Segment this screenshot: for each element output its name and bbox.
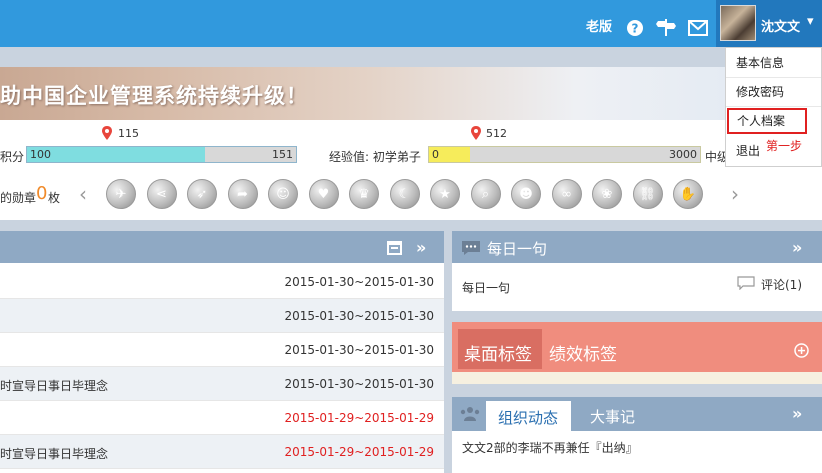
banner-text: 助中国企业管理系统持续升级！	[0, 84, 308, 108]
exp-current: 0	[432, 148, 439, 161]
medals-next-button[interactable]: ›	[731, 182, 739, 206]
points-label: 积分	[0, 150, 25, 164]
schedule-panel-header: »	[0, 231, 444, 263]
arrow-medal-icon[interactable]: ➦	[227, 179, 258, 209]
points-current: 100	[30, 148, 51, 161]
moon-medal-icon[interactable]: ☾	[389, 179, 420, 209]
medal-list: ✈ ⋖ ➶ ➦ ☺ ♥ ♛ ☾ ★ ⌕ ☻ ∞ ❀ ⛓ ✋	[106, 179, 716, 211]
points-max: 151	[272, 148, 293, 161]
points-progress-fill	[27, 147, 205, 162]
exp-marker-value: 512	[486, 127, 507, 140]
user-dropdown-menu: 基本信息 修改密码 个人档案 退出 第一步	[725, 47, 822, 167]
schedule-row[interactable]: 时宣导日事日毕理念 2015-01-30~2015-01-30	[0, 367, 444, 401]
rabbit-medal-icon[interactable]: ❀	[592, 179, 622, 209]
calendar-icon[interactable]	[387, 240, 402, 258]
tab-milestones[interactable]: 大事记	[590, 406, 635, 427]
chain-medal-icon[interactable]: ⛓	[632, 179, 663, 209]
tab-org-news-label: 组织动态	[498, 409, 559, 427]
ring-medal-icon[interactable]: ∞	[551, 179, 582, 209]
svg-text:?: ?	[632, 22, 639, 36]
org-news-item[interactable]: 文文2部的李瑞不再兼任『出纳』	[462, 439, 638, 456]
double-chevron-icon[interactable]: »	[416, 238, 426, 257]
schedule-row-date: 2015-01-30~2015-01-30	[284, 343, 434, 357]
schedule-row[interactable]: 2015-01-29~2015-01-29	[0, 401, 444, 435]
medals-label: 的勋章	[0, 191, 37, 205]
star-medal-icon[interactable]: ★	[430, 179, 460, 209]
medals-prev-button[interactable]: ‹	[79, 182, 87, 206]
schedule-row[interactable]: 2015-01-30~2015-01-30	[0, 333, 444, 367]
search-medal-icon[interactable]: ⌕	[470, 179, 501, 209]
face-medal-icon[interactable]: ☺	[268, 179, 298, 209]
tab-desktop-tags[interactable]: 桌面标签	[458, 329, 542, 369]
share-medal-icon[interactable]: ⋖	[146, 179, 177, 209]
user-menu-toggle[interactable]: 沈文文 ▾	[716, 0, 822, 47]
schedule-row-date: 2015-01-30~2015-01-30	[284, 377, 434, 391]
tab-performance-tags[interactable]: 绩效标签	[549, 340, 617, 365]
old-version-link[interactable]: 老版	[586, 16, 612, 35]
mail-icon[interactable]	[688, 18, 708, 38]
menu-item-change-password[interactable]: 修改密码	[726, 78, 821, 107]
schedule-row[interactable]: 2015-01-30~2015-01-30	[0, 265, 444, 299]
points-marker-value: 115	[118, 127, 139, 140]
points-progress-bar: 100 151	[26, 146, 297, 163]
step-annotation: 第一步	[766, 139, 803, 153]
menu-item-profile[interactable]: 个人档案	[727, 108, 807, 134]
menu-item-basic-info[interactable]: 基本信息	[726, 49, 821, 78]
heart-medal-icon[interactable]: ♥	[308, 179, 339, 209]
schedule-panel: » 2015-01-30~2015-01-30 2015-01-30~2015-0…	[0, 231, 444, 473]
comment-count[interactable]: 评论(1)	[761, 276, 802, 293]
tags-wave-edge	[452, 372, 822, 384]
feedback-icon[interactable]	[656, 17, 676, 37]
chat-icon	[461, 240, 481, 259]
location-pin-icon	[102, 126, 112, 143]
hand-medal-icon[interactable]: ✋	[673, 179, 703, 209]
rocket-medal-icon[interactable]: ➶	[187, 179, 217, 209]
exp-max: 3000	[669, 148, 697, 161]
tab-org-news[interactable]: 组织动态	[486, 401, 571, 431]
help-icon[interactable]: ?	[625, 18, 645, 38]
announcement-banner: 助中国企业管理系统持续升级！	[0, 67, 822, 120]
daily-quote-header: 每日一句 »	[452, 231, 822, 263]
clown-medal-icon[interactable]: ☻	[511, 179, 541, 209]
tab-desktop-tags-label: 桌面标签	[464, 345, 532, 365]
avatar	[720, 5, 756, 41]
schedule-row-date: 2015-01-29~2015-01-29	[284, 411, 434, 425]
schedule-row-title: 时宣导日事日毕理念	[0, 379, 109, 393]
crown-medal-icon[interactable]: ♛	[349, 179, 379, 209]
comment-icon[interactable]	[737, 276, 755, 293]
schedule-row-date: 2015-01-30~2015-01-30	[284, 309, 434, 323]
location-pin-icon	[471, 126, 481, 143]
group-icon	[459, 406, 481, 425]
daily-quote-content: 每日一句	[462, 281, 511, 295]
medals-unit: 枚	[48, 191, 61, 205]
username: 沈文文	[761, 20, 801, 35]
schedule-row-title: 时宣导日事日毕理念	[0, 447, 109, 461]
medals-count: 0	[36, 183, 48, 204]
double-chevron-icon[interactable]: »	[792, 238, 802, 257]
double-chevron-icon[interactable]: »	[792, 404, 802, 423]
plus-circle-icon[interactable]	[794, 343, 809, 361]
exp-label: 经验值: 初学弟子	[329, 150, 421, 164]
exp-progress-bar: 0 3000	[428, 146, 701, 163]
tags-panel: 桌面标签 绩效标签	[452, 322, 822, 384]
schedule-row[interactable]: 2015-01-30~2015-01-30	[0, 299, 444, 333]
schedule-row-date: 2015-01-30~2015-01-30	[284, 275, 434, 289]
schedule-row[interactable]: 时宣导日事日毕理念 2015-01-29~2015-01-29	[0, 435, 444, 469]
chevron-down-icon: ▾	[807, 14, 814, 29]
stats-panel: 115 积分 100 151 512 经验值: 初学弟子 0 3000 中级 的…	[0, 120, 822, 220]
top-bar: 老版 ? 沈文文 ▾	[0, 0, 822, 47]
plane-medal-icon[interactable]: ✈	[106, 179, 136, 209]
schedule-row-date: 2015-01-29~2015-01-29	[284, 445, 434, 459]
org-panel: 组织动态 大事记 » 文文2部的李瑞不再兼任『出纳』	[452, 397, 822, 473]
daily-quote-title: 每日一句	[487, 240, 548, 258]
org-panel-header: 组织动态 大事记 »	[452, 397, 822, 431]
daily-quote-panel: 每日一句 » 每日一句 评论(1)	[452, 231, 822, 311]
